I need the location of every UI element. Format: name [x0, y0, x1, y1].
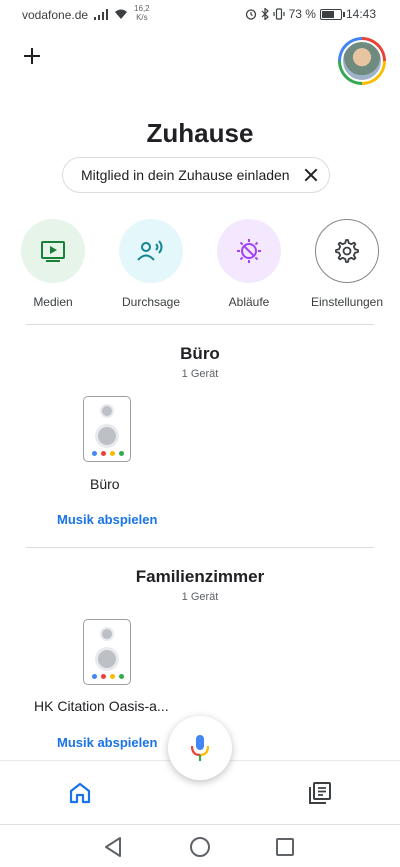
broadcast-action[interactable]: Durchsage — [106, 219, 196, 309]
device-name: HK Citation Oasis-a... — [34, 698, 169, 714]
red-dot — [101, 451, 106, 456]
blue-dot — [92, 674, 97, 679]
divider — [26, 324, 374, 325]
room-device-count: 1 Gerät — [181, 591, 219, 603]
microphone-icon — [191, 735, 209, 761]
bluetooth-icon — [261, 8, 269, 20]
speaker-tweeter — [100, 404, 114, 418]
battery-percent: 73 % — [288, 7, 316, 21]
speaker-device-tile[interactable] — [83, 619, 131, 685]
back-icon[interactable] — [104, 837, 122, 857]
avatar-photo — [341, 40, 383, 82]
speaker-tweeter — [100, 627, 114, 641]
invite-chip-label: Mitglied in dein Zuhause einladen — [81, 167, 290, 183]
speaker-woofer — [95, 647, 119, 671]
green-dot — [119, 674, 124, 679]
page-title: Zuhause — [146, 118, 254, 148]
room-device-count: 1 Gerät — [181, 368, 219, 380]
network-speed: 16,2 K/s — [134, 4, 150, 22]
play-music-link[interactable]: Musik abspielen — [57, 735, 157, 750]
home-tab-icon[interactable] — [68, 781, 92, 805]
media-action-circle[interactable] — [21, 219, 85, 283]
room-title-familienzimmer[interactable]: Familienzimmer — [0, 567, 400, 587]
device-name: Büro — [90, 476, 120, 492]
yellow-dot — [110, 674, 115, 679]
wifi-icon — [115, 9, 128, 19]
green-dot — [119, 451, 124, 456]
signal-icon — [94, 9, 109, 20]
system-navigation-bar — [0, 824, 400, 867]
clock: 14:43 — [345, 7, 376, 21]
room-title-buero[interactable]: Büro — [0, 344, 400, 364]
recent-apps-icon[interactable] — [276, 838, 294, 856]
invite-member-chip[interactable]: Mitglied in dein Zuhause einladen — [62, 157, 330, 193]
play-music-link[interactable]: Musik abspielen — [57, 512, 157, 527]
settings-label: Einstellungen — [310, 295, 384, 309]
media-play-icon — [41, 241, 65, 262]
close-icon[interactable] — [303, 167, 319, 183]
routines-sun-icon — [237, 239, 261, 263]
status-left: vodafone.de 16,2 K/s — [22, 4, 150, 22]
google-dots — [92, 674, 124, 679]
broadcast-person-icon — [137, 240, 163, 261]
yellow-dot — [110, 451, 115, 456]
divider — [26, 547, 374, 548]
carrier-name: vodafone.de — [22, 7, 89, 22]
quick-actions: Medien Durchsage Abläufe Einstellungen — [0, 219, 400, 309]
vibrate-icon — [273, 8, 285, 20]
routines-label: Abläufe — [228, 295, 270, 309]
speaker-woofer — [95, 424, 119, 448]
system-home-icon[interactable] — [190, 837, 210, 857]
assistant-mic-button[interactable] — [168, 716, 232, 780]
settings-action-circle[interactable] — [315, 219, 379, 283]
red-dot — [101, 674, 106, 679]
google-dots — [92, 451, 124, 456]
media-action[interactable]: Medien — [8, 219, 98, 309]
speaker-device-tile[interactable] — [83, 396, 131, 462]
status-right: 73 % 14:43 — [245, 7, 376, 21]
status-bar: vodafone.de 16,2 K/s 73 % 14:43 — [0, 0, 400, 28]
speed-value: 16,2 — [134, 4, 150, 13]
routines-action[interactable]: Abläufe — [204, 219, 294, 309]
account-avatar[interactable] — [338, 37, 386, 85]
alarm-icon — [245, 9, 256, 20]
broadcast-label: Durchsage — [121, 295, 181, 309]
settings-action[interactable]: Einstellungen — [302, 219, 392, 309]
routines-action-circle[interactable] — [217, 219, 281, 283]
speed-unit: K/s — [136, 13, 148, 22]
media-label: Medien — [33, 295, 73, 309]
gear-icon — [335, 239, 359, 263]
feed-tab-icon[interactable] — [308, 781, 332, 805]
blue-dot — [92, 451, 97, 456]
add-button[interactable] — [20, 44, 44, 68]
broadcast-action-circle[interactable] — [119, 219, 183, 283]
battery-icon — [319, 8, 345, 20]
